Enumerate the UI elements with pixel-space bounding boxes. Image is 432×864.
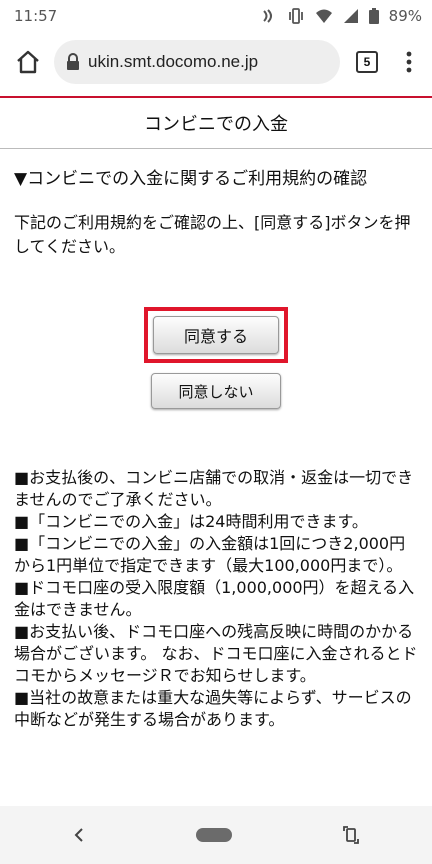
main-content: ▼コンビニでの入金に関するご利用規約の確認 下記のご利用規約をご確認の上、[同意… <box>0 167 432 731</box>
terms-list: ■お支払後の、コンビニ店舗での取消・返金は一切できませんのでご了承ください。 ■… <box>14 467 418 731</box>
agree-button[interactable]: 同意する <box>153 316 279 354</box>
tab-switcher-button[interactable]: 5 <box>346 42 388 82</box>
url-text: ukin.smt.docomo.ne.jp <box>88 52 259 71</box>
rotate-icon[interactable] <box>342 825 360 845</box>
terms-item: ■当社の故意または重大な過失等によらず、サービスの中断などが発生する場合がありま… <box>14 688 412 729</box>
terms-item: ■ドコモ口座の受入限度額（1,000,000円）を超える入金はできません。 <box>14 578 415 619</box>
instructions-text: 下記のご利用規約をご確認の上、[同意する]ボタンを押してください。 <box>14 213 411 256</box>
battery-icon <box>368 8 379 24</box>
vibrate-icon <box>288 8 303 24</box>
status-bar: 11:57 89% <box>0 0 432 32</box>
wifi-icon <box>315 9 332 23</box>
terms-item: ■お支払い後、ドコモ口座への残高反映に時間のかかる場合がございます。 なお、ドコ… <box>14 622 418 685</box>
address-bar[interactable]: ukin.smt.docomo.ne.jp <box>54 40 340 84</box>
back-icon[interactable] <box>72 826 86 844</box>
terms-item: ■「コンビニでの入金」は24時間利用できます。 <box>14 512 368 531</box>
signal-icon <box>343 9 358 23</box>
page-title: コンビニでの入金 <box>0 98 432 149</box>
nfc-icon <box>262 9 272 23</box>
lock-icon <box>67 53 79 70</box>
section-title: ▼コンビニでの入金に関するご利用規約の確認 <box>14 169 368 189</box>
home-icon <box>17 50 39 74</box>
terms-item: ■「コンビニでの入金」の入金額は1回につき2,000円から1円単位で指定できます… <box>14 534 406 575</box>
consent-buttons: 同意する 同意しない <box>14 307 418 409</box>
browser-menu-button[interactable] <box>394 42 424 82</box>
home-button[interactable] <box>8 42 48 82</box>
browser-toolbar: ukin.smt.docomo.ne.jp 5 <box>0 32 432 92</box>
more-vert-icon <box>406 51 412 73</box>
agree-highlight-box: 同意する <box>144 307 288 363</box>
terms-item: ■お支払後の、コンビニ店舗での取消・返金は一切できませんのでご了承ください。 <box>14 468 414 509</box>
tab-count: 5 <box>356 51 378 73</box>
home-pill[interactable] <box>196 828 232 842</box>
system-nav-bar <box>0 806 432 864</box>
status-icons: 89% <box>261 7 422 25</box>
battery-percent: 89% <box>388 7 422 25</box>
disagree-button[interactable]: 同意しない <box>151 373 281 409</box>
status-time: 11:57 <box>14 7 58 25</box>
